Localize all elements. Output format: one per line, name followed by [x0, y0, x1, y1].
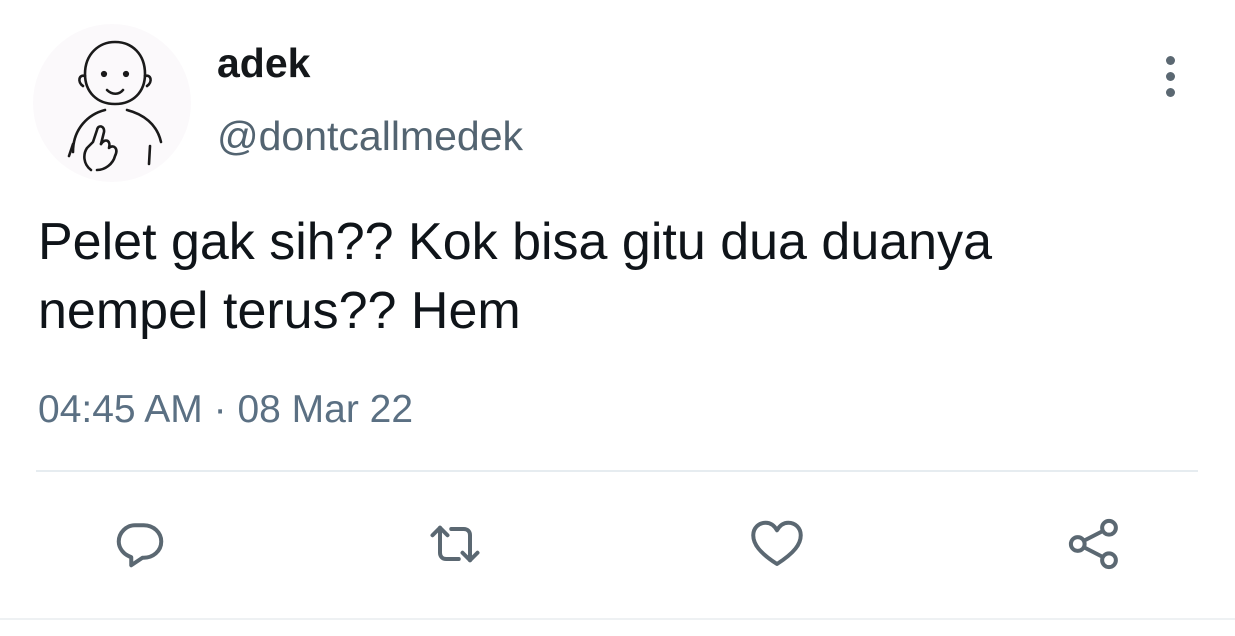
display-name[interactable]: adek [217, 40, 310, 86]
more-dot [1165, 87, 1175, 97]
reply-button[interactable] [108, 512, 172, 576]
share-icon [1068, 518, 1118, 570]
tweet-timestamp[interactable]: 04:45 AM · 08 Mar 22 [38, 387, 413, 433]
tweet-card: adek @dontcallmedek Pelet gak sih?? Kok … [0, 0, 1235, 636]
retweet-icon [430, 525, 480, 563]
tweet-text: Pelet gak sih?? Kok bisa gitu dua duanya… [38, 213, 993, 340]
tweet-date: 08 Mar 22 [237, 388, 414, 431]
more-options-icon[interactable] [1150, 52, 1190, 100]
meta-separator: · [213, 388, 227, 431]
user-handle[interactable]: @dontcallmedek [217, 113, 523, 159]
reply-bubble-icon [116, 523, 164, 568]
avatar[interactable] [33, 24, 191, 182]
tweet-time: 04:45 AM [38, 388, 203, 431]
bottom-divider [0, 618, 1235, 620]
more-dot [1165, 55, 1175, 65]
avatar-illustration [67, 40, 163, 172]
retweet-button[interactable] [423, 512, 487, 576]
more-dot [1165, 71, 1175, 81]
share-button[interactable] [1062, 512, 1126, 576]
heart-icon [751, 520, 803, 566]
like-button[interactable] [745, 512, 809, 576]
divider [36, 470, 1198, 472]
